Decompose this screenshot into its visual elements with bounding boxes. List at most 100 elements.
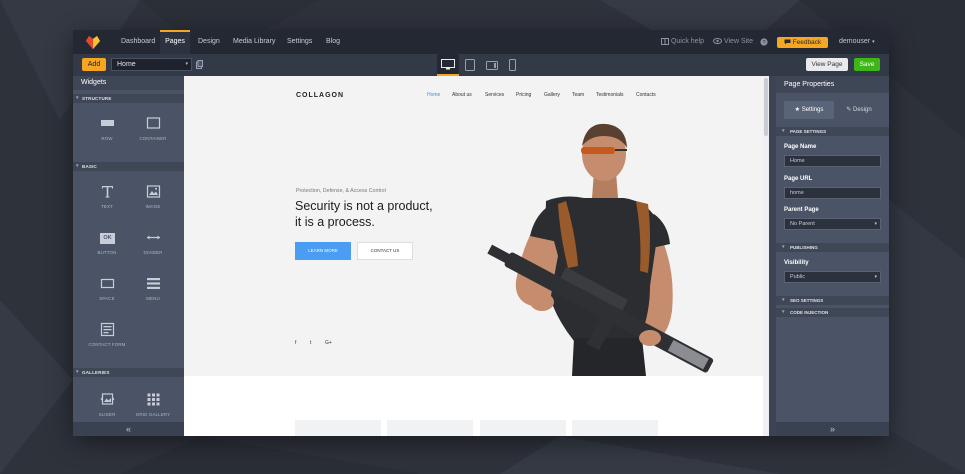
tablet-landscape-icon[interactable] [486, 61, 498, 70]
tab-settings[interactable]: ★ Settings [784, 101, 834, 119]
site-nav-testimonials[interactable]: Testimonials [596, 92, 624, 98]
page-select-value: Home [117, 61, 136, 68]
section-code-injection[interactable]: CODE INJECTION [776, 308, 889, 317]
page-properties-title: Page Properties [776, 76, 889, 93]
view-site-link[interactable]: View Site [713, 30, 753, 54]
eye-icon [713, 38, 722, 45]
nav-pages[interactable]: Pages [160, 30, 190, 54]
svg-text:?: ? [762, 40, 765, 46]
feedback-button[interactable]: Feedback [777, 37, 828, 48]
nav-blog[interactable]: Blog [324, 30, 342, 54]
nav-media-library[interactable]: Media Library [231, 30, 277, 54]
widget-label: DIVIDER [143, 250, 163, 255]
chat-icon [784, 39, 791, 45]
content-card[interactable] [480, 420, 566, 436]
tablet-icon[interactable] [465, 59, 475, 71]
site-builder-window: Dashboard Pages Design Media Library Set… [73, 30, 889, 436]
widget-label: SLIDER [98, 412, 116, 417]
nav-dashboard[interactable]: Dashboard [119, 30, 157, 54]
desktop-icon[interactable] [441, 59, 455, 70]
page-canvas[interactable]: COLLAGON Home About us Services Pricing … [184, 76, 769, 436]
parent-page-label: Parent Page [784, 207, 819, 213]
editor-toolbar: Add Home ▾ View Page Save [73, 54, 889, 76]
chevron-down-icon: ▾ [874, 274, 877, 280]
widget-row[interactable]: ROW [83, 112, 131, 152]
page-name-label: Page Name [784, 144, 817, 150]
site-nav-contacts[interactable]: Contacts [636, 92, 656, 98]
widget-contact-form[interactable]: CONTACT FORM [83, 318, 131, 358]
mobile-icon[interactable] [509, 59, 516, 71]
collapse-left-panel-button[interactable]: « [73, 422, 184, 436]
section-basic[interactable]: BASIC [73, 162, 184, 171]
site-nav-gallery[interactable]: Gallery [544, 92, 560, 98]
section-galleries[interactable]: GALLERIES [73, 368, 184, 377]
space-icon [100, 278, 115, 289]
hero-tagline[interactable]: Protection, Defense, & Access Control [296, 188, 386, 194]
parent-page-select[interactable]: No Parent ▾ [784, 218, 881, 230]
star-icon: ★ [794, 107, 801, 113]
book-icon [661, 37, 669, 45]
widget-space[interactable]: SPACE [83, 272, 131, 312]
site-nav-about[interactable]: About us [452, 92, 472, 98]
learn-more-button[interactable]: LEARN MORE [295, 242, 351, 260]
help-icon[interactable]: ? [760, 38, 768, 46]
contact-form-icon [100, 322, 115, 337]
quick-help-link[interactable]: Quick help [661, 30, 704, 54]
chevron-down-icon: ▾ [874, 221, 877, 227]
contact-us-button[interactable]: CONTACT US [357, 242, 413, 260]
widget-label: MENU [146, 296, 160, 301]
view-page-button[interactable]: View Page [806, 58, 848, 71]
widget-label: BUTTON [97, 250, 117, 255]
top-nav: Dashboard Pages Design Media Library Set… [73, 30, 889, 54]
brush-icon: ✎ [846, 107, 852, 113]
section-structure[interactable]: STRUCTURE [73, 94, 184, 103]
widget-label: TEXT [101, 204, 113, 209]
widget-text[interactable]: TEXT [83, 180, 131, 220]
logo-icon[interactable] [85, 34, 101, 50]
section-seo-settings[interactable]: SEO SETTINGS [776, 296, 889, 305]
widget-divider[interactable]: DIVIDER [129, 226, 177, 266]
user-menu[interactable]: demouser ▾ [839, 30, 875, 54]
site-nav-home[interactable]: Home [427, 92, 440, 98]
visibility-select[interactable]: Public ▾ [784, 271, 881, 283]
visibility-value: Public [790, 274, 805, 280]
copy-page-icon[interactable] [196, 60, 203, 69]
google-plus-icon[interactable]: G+ [325, 340, 332, 346]
canvas-scrollbar[interactable] [763, 76, 769, 436]
twitter-icon[interactable]: t [310, 340, 311, 346]
site-nav-pricing[interactable]: Pricing [516, 92, 531, 98]
widget-button[interactable]: OK BUTTON [83, 226, 131, 266]
collapse-right-panel-button[interactable]: » [776, 422, 889, 436]
widget-container[interactable]: CONTAINER [129, 112, 177, 152]
section-publishing[interactable]: PUBLISHING [776, 243, 889, 252]
widget-menu[interactable]: MENU [129, 272, 177, 312]
text-icon [102, 186, 113, 198]
widget-image[interactable]: IMAGE [129, 180, 177, 220]
site-brand[interactable]: COLLAGON [296, 92, 344, 99]
widget-label: IMAGE [145, 204, 161, 209]
grid-gallery-icon [147, 393, 160, 406]
save-button[interactable]: Save [854, 58, 880, 71]
hero-section[interactable]: COLLAGON Home About us Services Pricing … [184, 76, 769, 376]
section-page-settings[interactable]: PAGE SETTINGS [776, 127, 889, 136]
content-card[interactable] [387, 420, 473, 436]
content-card[interactable] [572, 420, 658, 436]
site-nav-team[interactable]: Team [572, 92, 584, 98]
chevron-down-icon: ▾ [872, 39, 875, 45]
nav-design[interactable]: Design [196, 30, 222, 54]
feedback-label: Feedback [792, 39, 822, 46]
username: demouser [839, 38, 871, 45]
facebook-icon[interactable]: f [295, 340, 296, 346]
nav-settings[interactable]: Settings [285, 30, 314, 54]
hero-image[interactable] [454, 106, 754, 376]
canvas-scroll-thumb[interactable] [764, 78, 768, 136]
widget-label: GRID GALLERY [135, 412, 171, 417]
page-select[interactable]: Home ▾ [111, 58, 192, 71]
page-name-field[interactable]: Home [784, 155, 881, 167]
page-url-field[interactable]: home [784, 187, 881, 199]
content-card[interactable] [295, 420, 381, 436]
site-nav-services[interactable]: Services [485, 92, 504, 98]
widgets-title: Widgets [73, 76, 184, 90]
add-button[interactable]: Add [82, 58, 106, 71]
tab-design[interactable]: ✎ Design [836, 101, 882, 119]
